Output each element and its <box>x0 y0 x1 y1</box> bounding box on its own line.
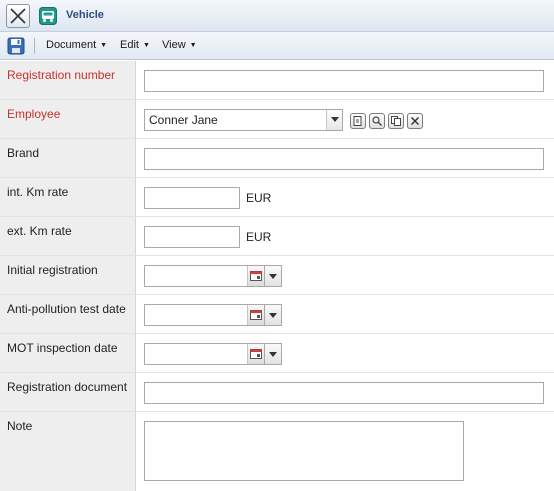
save-icon[interactable] <box>7 37 25 55</box>
new-document-icon[interactable] <box>350 113 366 129</box>
mot-inspection-date-label: MOT inspection date <box>7 341 118 355</box>
chevron-down-icon: ▼ <box>189 42 197 49</box>
row-registration-number: Registration number <box>0 61 554 100</box>
close-button[interactable] <box>6 4 30 28</box>
int-km-rate-label: int. Km rate <box>7 185 69 199</box>
registration-number-input[interactable] <box>144 70 544 92</box>
chevron-down-icon[interactable] <box>326 110 342 130</box>
window-titlebar: Vehicle <box>0 0 554 32</box>
row-brand: Brand <box>0 139 554 178</box>
calendar-icon[interactable] <box>247 305 264 325</box>
toolbar-separator <box>34 38 35 54</box>
note-label: Note <box>7 419 33 433</box>
row-note: Note <box>0 412 554 491</box>
ext-km-rate-input[interactable] <box>144 226 240 248</box>
initial-registration-dropdown[interactable] <box>265 265 282 287</box>
int-km-rate-input[interactable] <box>144 187 240 209</box>
employee-select[interactable]: Conner Jane <box>144 109 343 131</box>
chevron-down-icon: ▼ <box>100 42 108 49</box>
row-initial-registration: Initial registration <box>0 256 554 295</box>
close-icon <box>10 8 26 24</box>
menu-view[interactable]: View ▼ <box>162 39 197 51</box>
anti-pollution-test-date-label: Anti-pollution test date <box>7 302 126 316</box>
chevron-down-icon <box>269 352 277 357</box>
menu-document[interactable]: Document ▼ <box>46 39 107 51</box>
vehicle-form: Registration number Employee Conner Jane <box>0 61 554 491</box>
calendar-icon[interactable] <box>247 266 264 286</box>
chevron-down-icon <box>269 313 277 318</box>
anti-pollution-test-date-input[interactable] <box>144 304 265 326</box>
row-registration-document: Registration document <box>0 373 554 412</box>
row-mot-inspection-date: MOT inspection date <box>0 334 554 373</box>
note-textarea[interactable] <box>144 421 464 481</box>
registration-document-input[interactable] <box>144 382 544 404</box>
row-employee: Employee Conner Jane <box>0 100 554 139</box>
calendar-icon[interactable] <box>247 344 264 364</box>
employee-value: Conner Jane <box>149 113 218 127</box>
search-icon[interactable] <box>369 113 385 129</box>
registration-number-label: Registration number <box>7 68 116 82</box>
brand-input[interactable] <box>144 148 544 170</box>
brand-label: Brand <box>7 146 40 160</box>
window-title: Vehicle <box>66 9 104 21</box>
ext-km-rate-label: ext. Km rate <box>7 224 72 238</box>
copy-icon[interactable] <box>388 113 404 129</box>
int-km-rate-unit: EUR <box>246 191 272 205</box>
initial-registration-input[interactable] <box>144 265 265 287</box>
registration-document-label: Registration document <box>7 380 128 394</box>
initial-registration-label: Initial registration <box>7 263 98 277</box>
employee-label: Employee <box>7 107 61 121</box>
mot-inspection-date-dropdown[interactable] <box>265 343 282 365</box>
menu-edit[interactable]: Edit ▼ <box>120 39 150 51</box>
toolbar: Document ▼ Edit ▼ View ▼ <box>0 32 554 60</box>
row-int-km-rate: int. Km rate EUR <box>0 178 554 217</box>
chevron-down-icon <box>269 274 277 279</box>
anti-pollution-test-date-dropdown[interactable] <box>265 304 282 326</box>
clear-icon[interactable] <box>407 113 423 129</box>
ext-km-rate-unit: EUR <box>246 230 272 244</box>
row-anti-pollution-test-date: Anti-pollution test date <box>0 295 554 334</box>
chevron-down-icon: ▼ <box>142 42 150 49</box>
row-ext-km-rate: ext. Km rate EUR <box>0 217 554 256</box>
vehicle-icon <box>39 7 57 25</box>
mot-inspection-date-input[interactable] <box>144 343 265 365</box>
